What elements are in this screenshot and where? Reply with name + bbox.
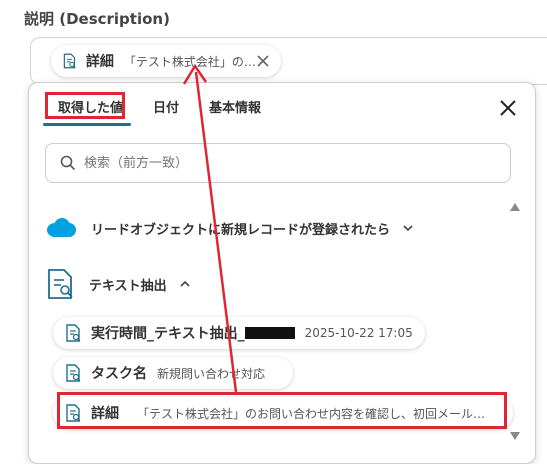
chevron-up-icon (180, 280, 190, 287)
close-icon[interactable] (499, 99, 517, 117)
text-extract-icon (66, 324, 81, 342)
chip-label: 詳細 (85, 54, 114, 70)
item-label: 実行時間_テキスト抽出_ (91, 326, 245, 342)
app-salesforce-trigger[interactable]: リードオブジェクトに新規レコードが登録されたら (45, 217, 414, 239)
item-value: 2025-10-22 17:05 (304, 326, 413, 340)
search-icon (60, 155, 76, 171)
chip-value: 「テスト株式会社」の… (123, 54, 256, 69)
field-label: 説明 (Description) (24, 10, 170, 28)
active-tab-indicator (43, 123, 131, 126)
selected-value-chip[interactable]: 詳細 「テスト株式会社」の… (51, 45, 281, 77)
value-item-task-name[interactable]: タスク名 新規問い合わせ対応 (53, 357, 293, 389)
text-extract-icon (48, 269, 73, 299)
text-extract-icon (63, 53, 76, 69)
redacted-block (244, 327, 295, 339)
annotation-highlight-tab (45, 92, 125, 119)
app-label: テキスト抽出 (89, 278, 167, 294)
item-value: 新規問い合わせ対応 (157, 366, 266, 381)
item-label: タスク名 (91, 366, 147, 382)
app-text-extract[interactable]: テキスト抽出 (45, 268, 191, 300)
search-input[interactable] (82, 154, 466, 172)
text-extract-icon (66, 364, 81, 382)
tab-date[interactable]: 日付 (153, 97, 179, 116)
chevron-down-icon (403, 225, 413, 232)
remove-chip-icon[interactable] (256, 52, 271, 70)
search-box[interactable] (45, 143, 511, 183)
salesforce-cloud-icon (47, 218, 76, 237)
value-item-exec-time[interactable]: 実行時間_テキスト抽出_ 2025-10-22 17:05 (53, 317, 425, 349)
tab-basic-info[interactable]: 基本情報 (209, 97, 261, 116)
scroll-up-arrow[interactable] (510, 203, 520, 211)
annotation-highlight-row (57, 392, 507, 429)
app-label: リードオブジェクトに新規レコードが登録されたら (91, 222, 391, 238)
scroll-down-arrow[interactable] (510, 432, 520, 440)
